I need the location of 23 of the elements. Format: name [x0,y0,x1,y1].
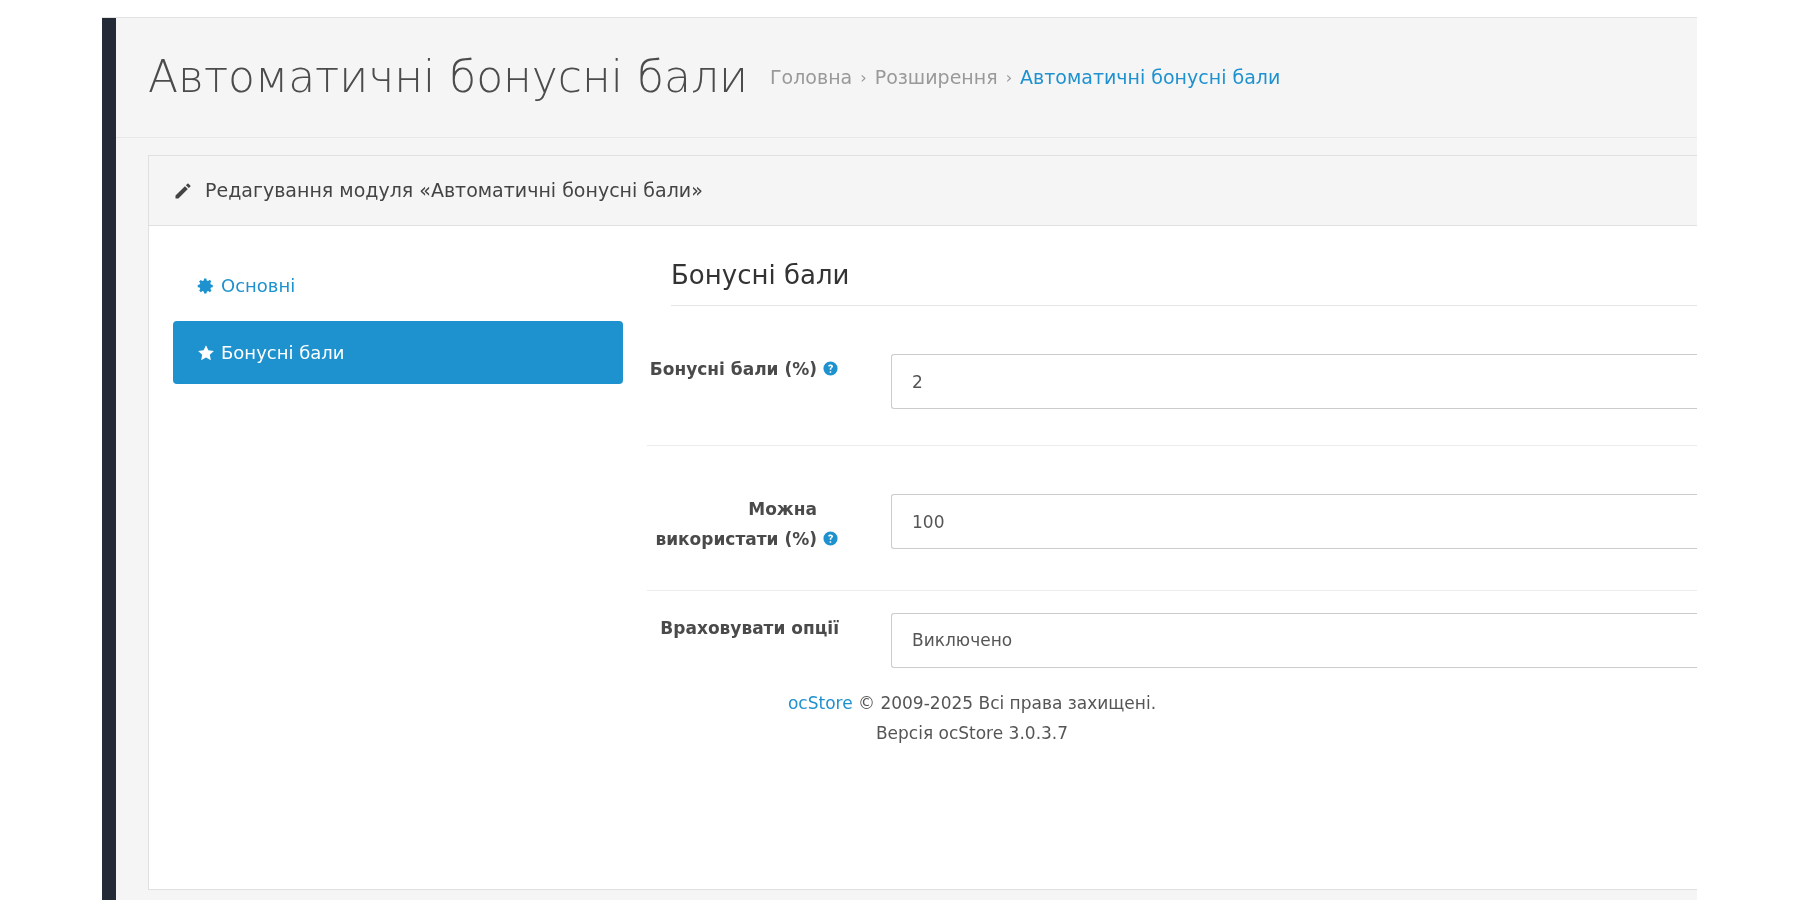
help-icon[interactable] [822,530,839,548]
copyright-text: ocStore © 2009-2025 Всі права захищені. [786,692,1158,716]
version-text: Версія ocStore 3.0.3.7 [874,722,1070,746]
ocstore-link[interactable]: ocStore [787,693,853,714]
section-title: Бонусні бали [671,254,1697,307]
breadcrumb-link[interactable]: Автоматичні бонусні бали [1020,63,1281,92]
input-field[interactable]: 100 [891,494,1697,550]
panel-title: Редагування модуля «Автоматичні бонусні бали» [205,178,703,204]
field-label: Бонусні бали (%) [649,358,817,382]
nav-tab[interactable]: Бонусні бали [173,321,623,384]
breadcrumb-separator: › [860,66,867,89]
breadcrumb-link[interactable]: Головна [770,63,853,92]
page-title: Автоматичні бонусні бали [148,51,748,104]
gear-icon [197,276,215,295]
select-field[interactable]: Виключено [891,613,1697,669]
field-label: Можна використати (%) [654,498,817,552]
breadcrumb-separator: › [1005,66,1013,89]
field-label: Враховувати опції [660,617,839,641]
breadcrumb-link[interactable]: Розширення [874,63,998,92]
nav-tab[interactable]: Основні [173,254,623,317]
star-icon [197,343,215,362]
input-field[interactable]: 2 [891,354,1697,410]
help-icon[interactable] [822,360,839,378]
